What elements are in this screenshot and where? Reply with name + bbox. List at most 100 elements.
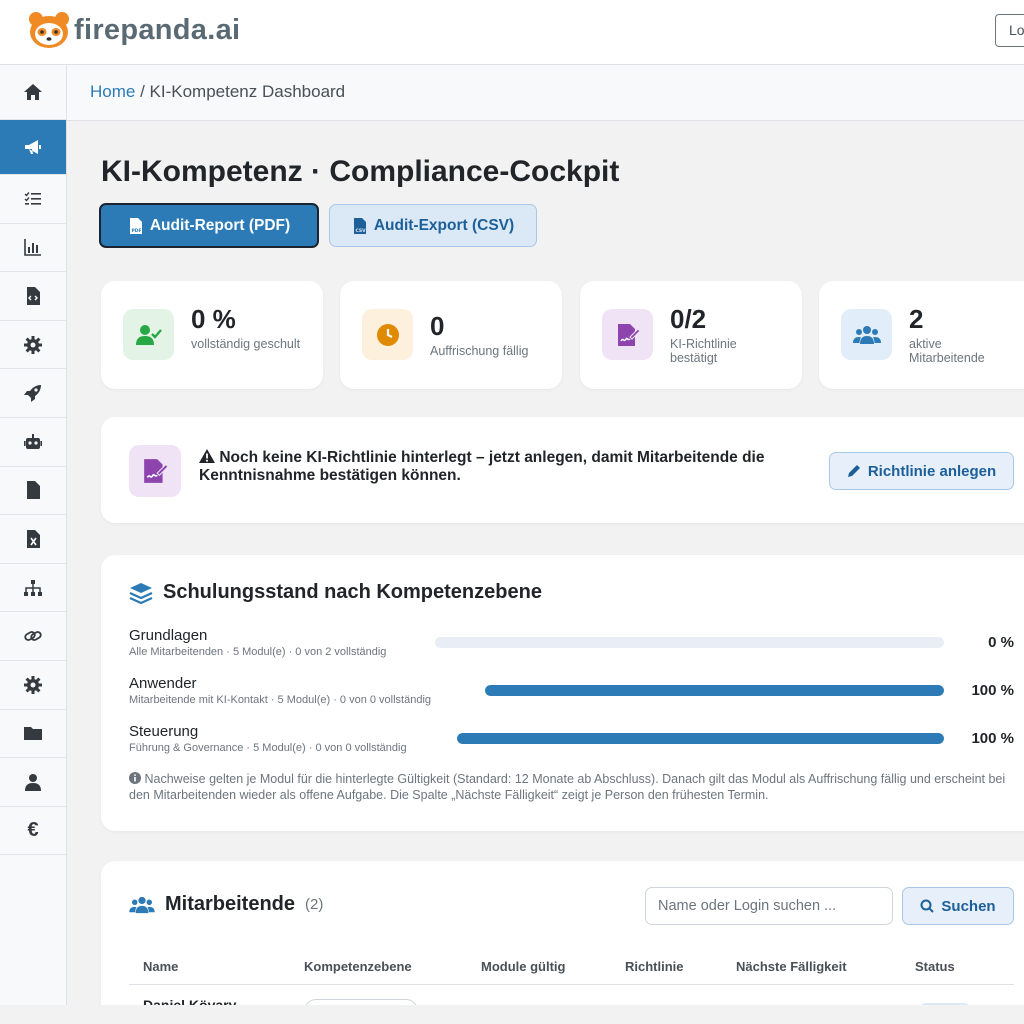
pdf-file-icon: PDF: [129, 217, 142, 234]
level-description: Mitarbeitende mit KI-Kontakt · 5 Modul(e…: [129, 694, 432, 706]
level-percent: 100 %: [971, 682, 1014, 699]
user-check-icon: [135, 324, 162, 345]
sitemap-icon: [24, 579, 42, 596]
level-description: Alle Mitarbeitenden · 5 Modul(e) · 0 von…: [129, 646, 387, 658]
kpi-label: KI-Richtlinie bestätigt: [670, 337, 737, 365]
sidebar-item-campaign[interactable]: [0, 120, 66, 175]
column-header-status[interactable]: Status: [915, 959, 955, 974]
kpi-card-active-staff: 2 aktive Mitarbeitende: [819, 281, 1024, 389]
kpi-card-trained: 0 % vollständig geschult: [101, 281, 323, 389]
competence-level-select[interactable]: [304, 999, 418, 1005]
main-content: KI-Kompetenz · Compliance-Cockpit PDF Au…: [67, 121, 1024, 1005]
progress-fill: [457, 733, 944, 744]
sidebar-item-links[interactable]: [0, 612, 66, 661]
kpi-label: vollständig geschult: [191, 337, 301, 351]
page-title: KI-Kompetenz · Compliance-Cockpit: [101, 155, 620, 188]
column-header-name[interactable]: Name: [143, 959, 178, 974]
staff-section-title: Mitarbeitende (2): [129, 893, 323, 916]
column-header-policy[interactable]: Richtlinie: [625, 959, 684, 974]
training-title-text: Schulungsstand nach Kompetenzebene: [163, 581, 542, 603]
gear-icon: [24, 675, 42, 694]
staff-row-name[interactable]: Daniel Kövary: [143, 997, 236, 1005]
progress-track: [435, 637, 944, 648]
code-file-icon: [27, 286, 40, 305]
sidebar-item-files[interactable]: [0, 710, 66, 759]
checklist-icon: [24, 191, 41, 205]
staff-card: Mitarbeitende (2) Suchen Name Kompetenze…: [101, 861, 1024, 1005]
brand-logo[interactable]: firepanda.ai: [28, 11, 240, 49]
svg-text:PDF: PDF: [131, 228, 141, 234]
kpi-icon-wrap: [841, 309, 892, 360]
sidebar-item-statistics[interactable]: [0, 224, 66, 273]
status-badge: [917, 1003, 973, 1005]
staff-search-label: Suchen: [941, 897, 996, 915]
user-icon: [25, 773, 41, 791]
sidebar-item-profile[interactable]: [0, 758, 66, 807]
warning-triangle-icon: [199, 449, 215, 463]
training-status-card: Schulungsstand nach Kompetenzebene Grund…: [101, 555, 1024, 831]
search-icon: [920, 899, 935, 913]
panda-logo-icon: [29, 12, 69, 48]
level-percent: 0 %: [988, 634, 1014, 651]
kpi-value: 0: [430, 311, 445, 341]
sidebar-item-spreadsheets[interactable]: [0, 515, 66, 564]
users-icon: [852, 325, 881, 344]
signature-file-icon: [617, 323, 640, 346]
clock-icon: [376, 323, 399, 346]
column-header-next-due[interactable]: Nächste Fälligkeit: [736, 959, 847, 974]
training-section-title: Schulungsstand nach Kompetenzebene: [129, 581, 542, 604]
audit-export-csv-button[interactable]: CSV Audit-Export (CSV): [329, 204, 537, 247]
kpi-icon-wrap: [602, 309, 653, 360]
kpi-value: 0/2: [670, 304, 707, 334]
column-header-modules-valid[interactable]: Module gültig: [481, 959, 565, 974]
alert-message: Noch keine KI-Richtlinie hinterlegt – je…: [199, 449, 799, 485]
info-circle-icon: [129, 772, 141, 784]
kpi-icon-wrap: [362, 309, 413, 360]
level-name: Steuerung: [129, 723, 199, 740]
level-name: Anwender: [129, 675, 197, 692]
sidebar-item-settings[interactable]: [0, 321, 66, 370]
create-policy-label: Richtlinie anlegen: [867, 462, 997, 480]
sidebar-item-checklist[interactable]: [0, 175, 66, 224]
sidebar-item-home[interactable]: [0, 65, 66, 120]
csv-file-icon: CSV: [353, 217, 366, 234]
level-name: Grundlagen: [129, 627, 208, 644]
validity-note-text: Nachweise gelten je Modul für die hinter…: [129, 772, 1006, 802]
kpi-card-policy-confirmed: 0/2 KI-Richtlinie bestätigt: [580, 281, 802, 389]
audit-report-pdf-label: Audit-Report (PDF): [149, 216, 291, 234]
kpi-value: 2: [909, 304, 924, 334]
signature-file-icon: [144, 459, 168, 483]
home-icon: [24, 84, 42, 100]
level-percent: 100 %: [971, 730, 1014, 747]
breadcrumb-current: KI-Kompetenz Dashboard: [149, 82, 346, 101]
staff-search-input[interactable]: [645, 887, 893, 925]
sidebar-item-ai-assistant[interactable]: [0, 418, 66, 467]
audit-report-pdf-button[interactable]: PDF Audit-Report (PDF): [99, 203, 319, 248]
svg-text:CSV: CSV: [355, 228, 366, 234]
staff-search-button[interactable]: Suchen: [902, 887, 1014, 925]
column-header-competence-level[interactable]: Kompetenzebene: [304, 959, 412, 974]
megaphone-icon: [25, 140, 41, 154]
folder-icon: [24, 727, 42, 741]
sidebar-item-launch[interactable]: [0, 369, 66, 418]
robot-icon: [24, 433, 42, 449]
staff-table-header: Name Kompetenzebene Module gültig Richtl…: [129, 951, 1014, 985]
sidebar-item-organization[interactable]: [0, 564, 66, 613]
progress-track: [485, 685, 944, 696]
sidebar: €: [0, 65, 67, 1005]
breadcrumb-home-link[interactable]: Home: [90, 82, 135, 101]
create-policy-button[interactable]: Richtlinie anlegen: [829, 452, 1014, 490]
link-icon: [24, 631, 42, 642]
sidebar-item-documents[interactable]: [0, 467, 66, 516]
brand-name: firepanda.ai: [74, 13, 241, 46]
top-bar: firepanda.ai Lo: [0, 0, 1024, 65]
sidebar-item-admin-settings[interactable]: [0, 661, 66, 710]
alert-icon-wrap: [129, 445, 181, 497]
breadcrumb: Home / KI-Kompetenz Dashboard: [67, 65, 1024, 121]
pencil-icon: [847, 465, 860, 477]
login-button[interactable]: Lo: [995, 14, 1024, 47]
sidebar-item-code-file[interactable]: [0, 272, 66, 321]
excel-file-icon: [27, 529, 40, 548]
kpi-icon-wrap: [123, 309, 174, 360]
sidebar-item-billing[interactable]: €: [0, 807, 66, 856]
